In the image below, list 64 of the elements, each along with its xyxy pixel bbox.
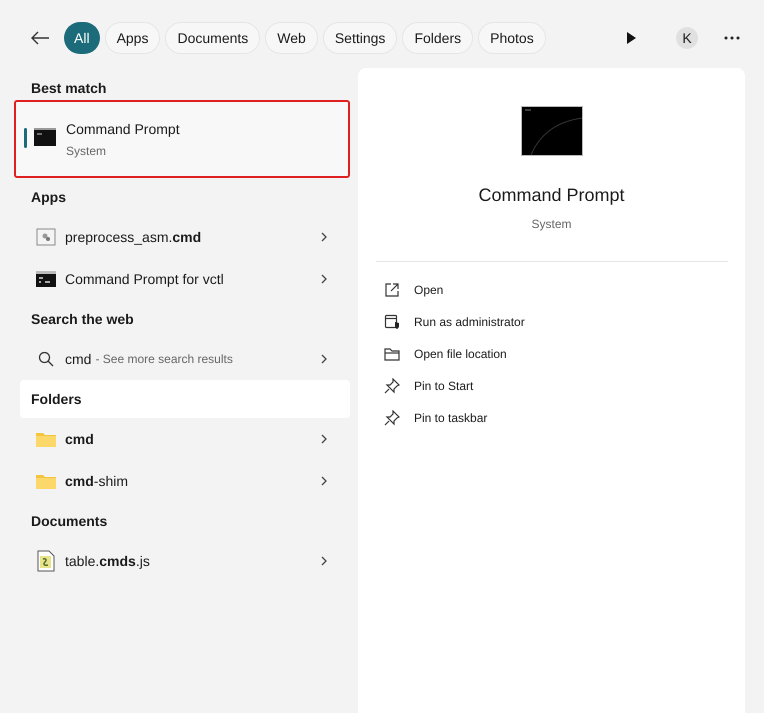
chevron-right-icon <box>320 231 328 243</box>
action-item[interactable]: Pin to Start <box>384 370 745 402</box>
result-item[interactable]: cmd <box>20 418 350 460</box>
result-item[interactable]: Command Prompt for vctl <box>20 258 350 300</box>
filter-tab[interactable]: Folders <box>402 22 474 54</box>
filter-tab[interactable]: Web <box>265 22 318 54</box>
action-item[interactable]: Pin to taskbar <box>384 402 745 434</box>
item-title: preprocess_asm.cmd <box>65 228 202 247</box>
search-hint: - See more search results <box>95 351 233 368</box>
result-item[interactable]: table.cmds.js <box>20 540 350 582</box>
shield-window-icon <box>384 314 400 330</box>
console-window-icon <box>520 106 582 156</box>
script-file-icon <box>36 228 56 246</box>
action-label: Open file location <box>414 346 507 363</box>
action-label: Open <box>414 282 444 299</box>
action-item[interactable]: Open file location <box>384 338 745 370</box>
chevron-right-icon <box>320 273 328 285</box>
item-title: cmd-shim <box>65 472 128 490</box>
section-heading[interactable]: Apps <box>20 178 350 216</box>
action-item[interactable]: Run as administrator <box>384 306 745 338</box>
selection-indicator <box>24 128 27 148</box>
console-icon <box>34 128 56 146</box>
chevron-right-icon <box>320 555 328 567</box>
play-icon[interactable] <box>626 32 636 44</box>
pin-icon <box>384 410 400 426</box>
action-label: Run as administrator <box>414 314 525 331</box>
section-heading[interactable]: Documents <box>20 502 350 540</box>
filter-tab[interactable]: Photos <box>478 22 546 54</box>
folder-icon <box>36 473 56 489</box>
chevron-right-icon <box>320 353 328 365</box>
folder-icon <box>384 347 400 361</box>
action-label: Pin to taskbar <box>414 410 488 427</box>
item-title: cmd <box>65 430 94 448</box>
preview-subtitle: System <box>531 216 572 233</box>
action-item[interactable]: Open <box>384 274 745 306</box>
best-match-item[interactable]: Command Prompt System <box>14 100 350 178</box>
filter-tab[interactable]: All <box>64 22 100 54</box>
script-document-icon <box>37 550 55 572</box>
console-icon <box>36 271 56 287</box>
item-title: table.cmds.js <box>65 552 150 571</box>
search-icon <box>38 351 54 367</box>
item-subtitle: System <box>66 142 108 160</box>
filter-tab[interactable]: Apps <box>104 22 160 54</box>
section-heading: Best match <box>30 79 106 98</box>
folder-icon <box>36 431 56 447</box>
open-external-icon <box>384 282 400 298</box>
result-item[interactable]: preprocess_asm.cmd <box>20 216 350 258</box>
filter-tab[interactable]: Documents <box>165 22 260 54</box>
section-heading[interactable]: Folders <box>20 380 350 418</box>
section-heading[interactable]: Search the web <box>20 300 350 338</box>
chevron-right-icon <box>320 433 328 445</box>
preview-title: Command Prompt <box>478 184 625 207</box>
item-title: Command Prompt for vctl <box>65 270 224 289</box>
result-item[interactable]: cmd - See more search results <box>20 338 350 380</box>
more-options-icon[interactable] <box>724 36 740 40</box>
filter-tab[interactable]: Settings <box>322 22 398 54</box>
item-title: Command Prompt <box>66 120 180 139</box>
item-title: cmd <box>65 350 92 368</box>
action-label: Pin to Start <box>414 378 474 395</box>
back-arrow-icon[interactable] <box>30 30 50 46</box>
account-avatar[interactable]: K <box>676 27 698 49</box>
pin-icon <box>384 378 400 394</box>
result-item[interactable]: cmd-shim <box>20 460 350 502</box>
chevron-right-icon <box>320 475 328 487</box>
